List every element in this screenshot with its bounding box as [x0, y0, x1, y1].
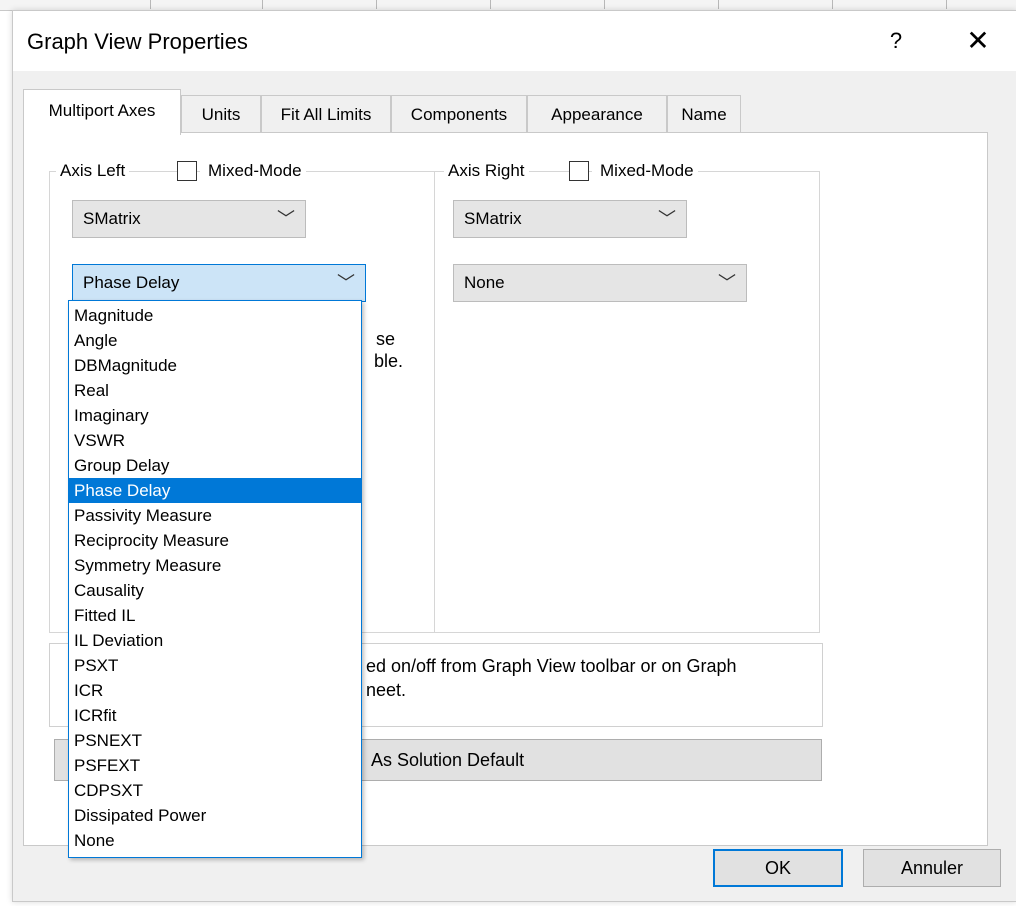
axis-left-matrix-value: SMatrix [83, 209, 141, 228]
background-divider [832, 0, 833, 9]
dropdown-option-icrfit[interactable]: ICRfit [69, 703, 361, 728]
background-divider [604, 0, 605, 9]
axis-right-matrix-select[interactable]: SMatrix ﹀ [453, 200, 687, 238]
dropdown-option-symmetry-measure[interactable]: Symmetry Measure [69, 553, 361, 578]
dropdown-option-causality[interactable]: Causality [69, 578, 361, 603]
dropdown-option-psnext[interactable]: PSNEXT [69, 728, 361, 753]
chevron-down-icon: ﹀ [658, 209, 676, 229]
axis-right-mixed-mode-label: Mixed-Mode [592, 158, 698, 184]
dropdown-option-cdpsxt[interactable]: CDPSXT [69, 778, 361, 803]
dropdown-option-phase-delay[interactable]: Phase Delay [69, 478, 361, 503]
background-divider [150, 0, 151, 9]
dialog-title: Graph View Properties [27, 29, 248, 54]
dropdown-option-dbmagnitude[interactable]: DBMagnitude [69, 353, 361, 378]
dropdown-option-group-delay[interactable]: Group Delay [69, 453, 361, 478]
dropdown-option-dissipated-power[interactable]: Dissipated Power [69, 803, 361, 828]
set-as-solution-default-label: As Solution Default [371, 750, 525, 770]
axis-left-matrix-select[interactable]: SMatrix ﹀ [72, 200, 306, 238]
axis-right-group [434, 171, 820, 633]
cancel-button[interactable]: Annuler [863, 849, 1001, 887]
dropdown-option-magnitude[interactable]: Magnitude [69, 303, 361, 328]
axis-right-quantity-select[interactable]: None ﹀ [453, 264, 747, 302]
dropdown-option-icr[interactable]: ICR [69, 678, 361, 703]
background-divider [946, 0, 947, 9]
dropdown-option-il-deviation[interactable]: IL Deviation [69, 628, 361, 653]
info-note-line-2: neet. [366, 680, 407, 700]
chevron-down-icon: ﹀ [337, 273, 355, 293]
chevron-down-icon: ﹀ [277, 209, 295, 229]
dropdown-option-imaginary[interactable]: Imaginary [69, 403, 361, 428]
axis-left-hint-fragment-2: ble. [374, 351, 404, 371]
dropdown-option-angle[interactable]: Angle [69, 328, 361, 353]
ok-button[interactable]: OK [713, 849, 843, 887]
background-divider [376, 0, 377, 9]
dropdown-option-vswr[interactable]: VSWR [69, 428, 361, 453]
dropdown-option-none[interactable]: None [69, 828, 361, 853]
dialog-titlebar: Graph View Properties ? ✕ [13, 11, 1016, 71]
axis-left-mixed-mode-checkbox[interactable] [177, 161, 197, 181]
tab-multiport-axes[interactable]: Multiport Axes [23, 89, 181, 135]
tab-units[interactable]: Units [181, 95, 261, 133]
axis-left-hint-fragment-1: se [376, 329, 396, 349]
dropdown-option-fitted-il[interactable]: Fitted IL [69, 603, 361, 628]
dropdown-option-passivity-measure[interactable]: Passivity Measure [69, 503, 361, 528]
tab-fit-all-limits[interactable]: Fit All Limits [261, 95, 391, 133]
axis-right-matrix-value: SMatrix [464, 209, 522, 228]
axis-left-mixed-mode-label: Mixed-Mode [200, 158, 306, 184]
axis-left-quantity-value: Phase Delay [83, 273, 180, 292]
axis-right-mixed-mode-checkbox[interactable] [569, 161, 589, 181]
dropdown-option-real[interactable]: Real [69, 378, 361, 403]
tab-components[interactable]: Components [391, 95, 527, 133]
dropdown-option-psxt[interactable]: PSXT [69, 653, 361, 678]
dropdown-option-reciprocity-measure[interactable]: Reciprocity Measure [69, 528, 361, 553]
axis-right-quantity-value: None [464, 273, 505, 292]
info-note-line-1: ed on/off from Graph View toolbar or on … [366, 656, 737, 676]
axis-left-legend: Axis Left [56, 158, 130, 184]
dropdown-option-psfext[interactable]: PSFEXT [69, 753, 361, 778]
background-divider [718, 0, 719, 9]
tab-name[interactable]: Name [667, 95, 741, 133]
help-icon[interactable]: ? [879, 21, 913, 61]
background-divider [262, 0, 263, 9]
tab-appearance[interactable]: Appearance [527, 95, 667, 133]
background-divider [490, 0, 491, 9]
axis-left-quantity-dropdown-list[interactable]: Magnitude Angle DBMagnitude Real Imagina… [68, 300, 362, 858]
close-icon[interactable]: ✕ [953, 21, 1003, 61]
axis-left-quantity-select[interactable]: Phase Delay ﹀ [72, 264, 366, 302]
chevron-down-icon: ﹀ [718, 273, 736, 293]
axis-right-legend: Axis Right [444, 158, 529, 184]
